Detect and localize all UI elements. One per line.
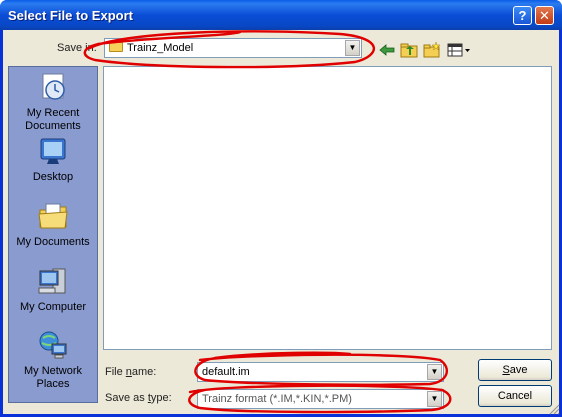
my-documents-icon	[38, 203, 68, 229]
place-network-places[interactable]: My Network Places	[9, 329, 97, 391]
resize-grip-icon[interactable]	[548, 403, 560, 415]
save-as-type-dropdown[interactable]: Trainz format (*.IM,*.KIN,*.PM) ▼	[197, 389, 444, 409]
help-button[interactable]: ?	[513, 6, 532, 25]
place-my-documents[interactable]: My Documents	[9, 200, 97, 249]
place-label: Desktop	[32, 171, 74, 183]
title-bar[interactable]: Select File to Export ? ✕	[0, 0, 562, 30]
chevron-down-icon[interactable]: ▼	[345, 40, 360, 56]
place-label: My Recent Documents	[25, 107, 81, 132]
chevron-down-icon[interactable]: ▼	[427, 391, 442, 407]
recent-documents-icon	[42, 73, 65, 100]
cancel-button[interactable]: Cancel	[478, 385, 552, 407]
network-places-icon	[39, 331, 67, 359]
up-folder-icon[interactable]	[400, 42, 418, 58]
save-in-label: Save in:	[57, 42, 97, 54]
file-name-label: File name:	[105, 366, 157, 378]
place-desktop[interactable]: Desktop	[9, 135, 97, 184]
save-as-type-value: Trainz format (*.IM,*.KIN,*.PM)	[202, 393, 352, 405]
file-list[interactable]	[103, 66, 552, 350]
close-button[interactable]: ✕	[535, 6, 554, 25]
my-computer-icon	[38, 268, 66, 294]
place-label: My Network Places	[23, 365, 83, 390]
place-label: My Documents	[16, 236, 90, 248]
place-label: My Computer	[19, 301, 87, 313]
help-icon: ?	[518, 8, 527, 23]
save-as-type-label: Save as type:	[105, 392, 172, 404]
save-in-dropdown[interactable]: Trainz_Model ▼	[104, 38, 362, 58]
close-icon: ✕	[539, 8, 550, 23]
window-title: Select File to Export	[8, 8, 133, 23]
place-recent-documents[interactable]: My Recent Documents	[9, 71, 97, 133]
back-arrow-icon[interactable]	[378, 42, 396, 58]
chevron-down-icon[interactable]: ▼	[427, 364, 442, 380]
view-menu-icon[interactable]	[447, 42, 471, 58]
folder-icon	[109, 42, 123, 52]
save-button[interactable]: Save	[478, 359, 552, 381]
place-my-computer[interactable]: My Computer	[9, 265, 97, 314]
desktop-icon	[40, 138, 66, 164]
save-in-value: Trainz_Model	[127, 42, 194, 54]
file-name-input[interactable]: default.im ▼	[197, 362, 444, 382]
file-name-value: default.im	[202, 366, 250, 378]
new-folder-icon[interactable]	[423, 42, 441, 58]
places-bar: My Recent Documents Desktop My Documents…	[8, 66, 98, 403]
